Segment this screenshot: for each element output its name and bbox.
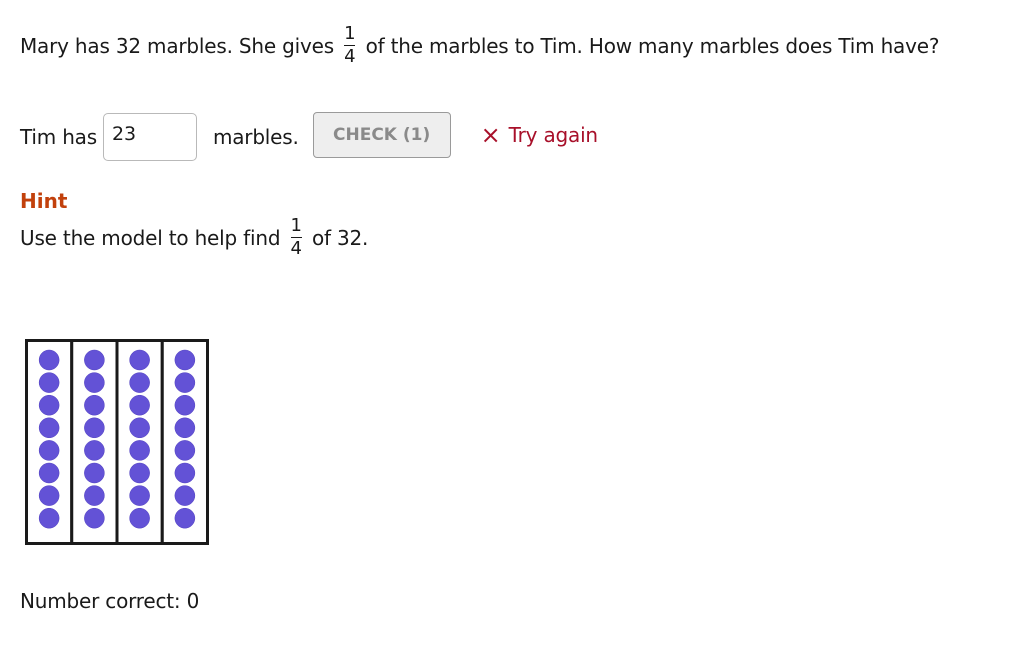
marble-dot xyxy=(174,440,196,461)
marble-dot xyxy=(38,485,60,506)
answer-row: Tim has marbles. CHECK (1) × Try again xyxy=(20,112,598,162)
answer-prefix: Tim has xyxy=(20,125,97,149)
marble-dot xyxy=(84,485,105,506)
marble-dot xyxy=(129,485,150,506)
number-correct-label: Number correct: xyxy=(20,589,181,613)
marble-dot xyxy=(84,462,105,484)
marble-dot xyxy=(129,372,150,393)
hint-fraction: 1 4 xyxy=(291,216,302,259)
marble-dot xyxy=(38,394,60,416)
feedback-message: × Try again xyxy=(481,123,598,147)
answer-input[interactable] xyxy=(102,113,197,161)
marble-dot xyxy=(174,394,196,416)
fraction-one-quarter: 1 4 xyxy=(344,24,355,67)
marble-model xyxy=(25,339,209,545)
number-correct: Number correct: 0 xyxy=(20,589,199,613)
marble-dot xyxy=(174,462,196,484)
marble-dot xyxy=(84,507,105,529)
marble-dot xyxy=(38,462,60,484)
check-button[interactable]: CHECK (1) xyxy=(312,112,451,158)
marble-dot xyxy=(174,485,196,506)
question-text-start: Mary has 32 marbles. She gives xyxy=(20,34,334,58)
marble-dot xyxy=(84,349,105,371)
hint-title: Hint xyxy=(20,189,68,213)
marble-dot xyxy=(129,417,150,439)
fraction-numerator: 1 xyxy=(290,215,302,236)
marble-dot xyxy=(129,462,150,484)
marble-dot xyxy=(174,507,196,529)
marble-dot xyxy=(38,507,60,529)
marble-dot xyxy=(174,372,196,393)
question-text-end: of the marbles to Tim. How many marbles … xyxy=(365,34,940,58)
feedback-text: Try again xyxy=(508,123,599,147)
marble-dot xyxy=(129,440,150,461)
marble-dot xyxy=(129,507,150,529)
x-icon: × xyxy=(480,121,501,149)
number-correct-value: 0 xyxy=(186,589,200,613)
marble-dot xyxy=(84,372,105,393)
marble-dot xyxy=(174,417,196,439)
marble-dot xyxy=(84,440,105,461)
marble-dot xyxy=(129,349,150,371)
hint-text-start: Use the model to help find xyxy=(20,226,281,250)
fraction-denominator: 4 xyxy=(290,238,302,259)
fraction-denominator: 4 xyxy=(344,46,356,67)
marble-dot xyxy=(38,372,60,393)
question-text: Mary has 32 marbles. She gives 1 4 of th… xyxy=(20,24,940,69)
hint-text: Use the model to help find 1 4 of 32. xyxy=(20,216,369,261)
marble-dot xyxy=(38,349,60,371)
answer-suffix: marbles. xyxy=(212,125,299,149)
hint-text-end: of 32. xyxy=(311,226,369,250)
marble-dot xyxy=(174,349,196,371)
marble-dot xyxy=(84,417,105,439)
marble-dot xyxy=(38,440,60,461)
marble-dot xyxy=(129,394,150,416)
marble-dot xyxy=(38,417,60,439)
fraction-numerator: 1 xyxy=(344,23,356,44)
marble-dot xyxy=(84,394,105,416)
